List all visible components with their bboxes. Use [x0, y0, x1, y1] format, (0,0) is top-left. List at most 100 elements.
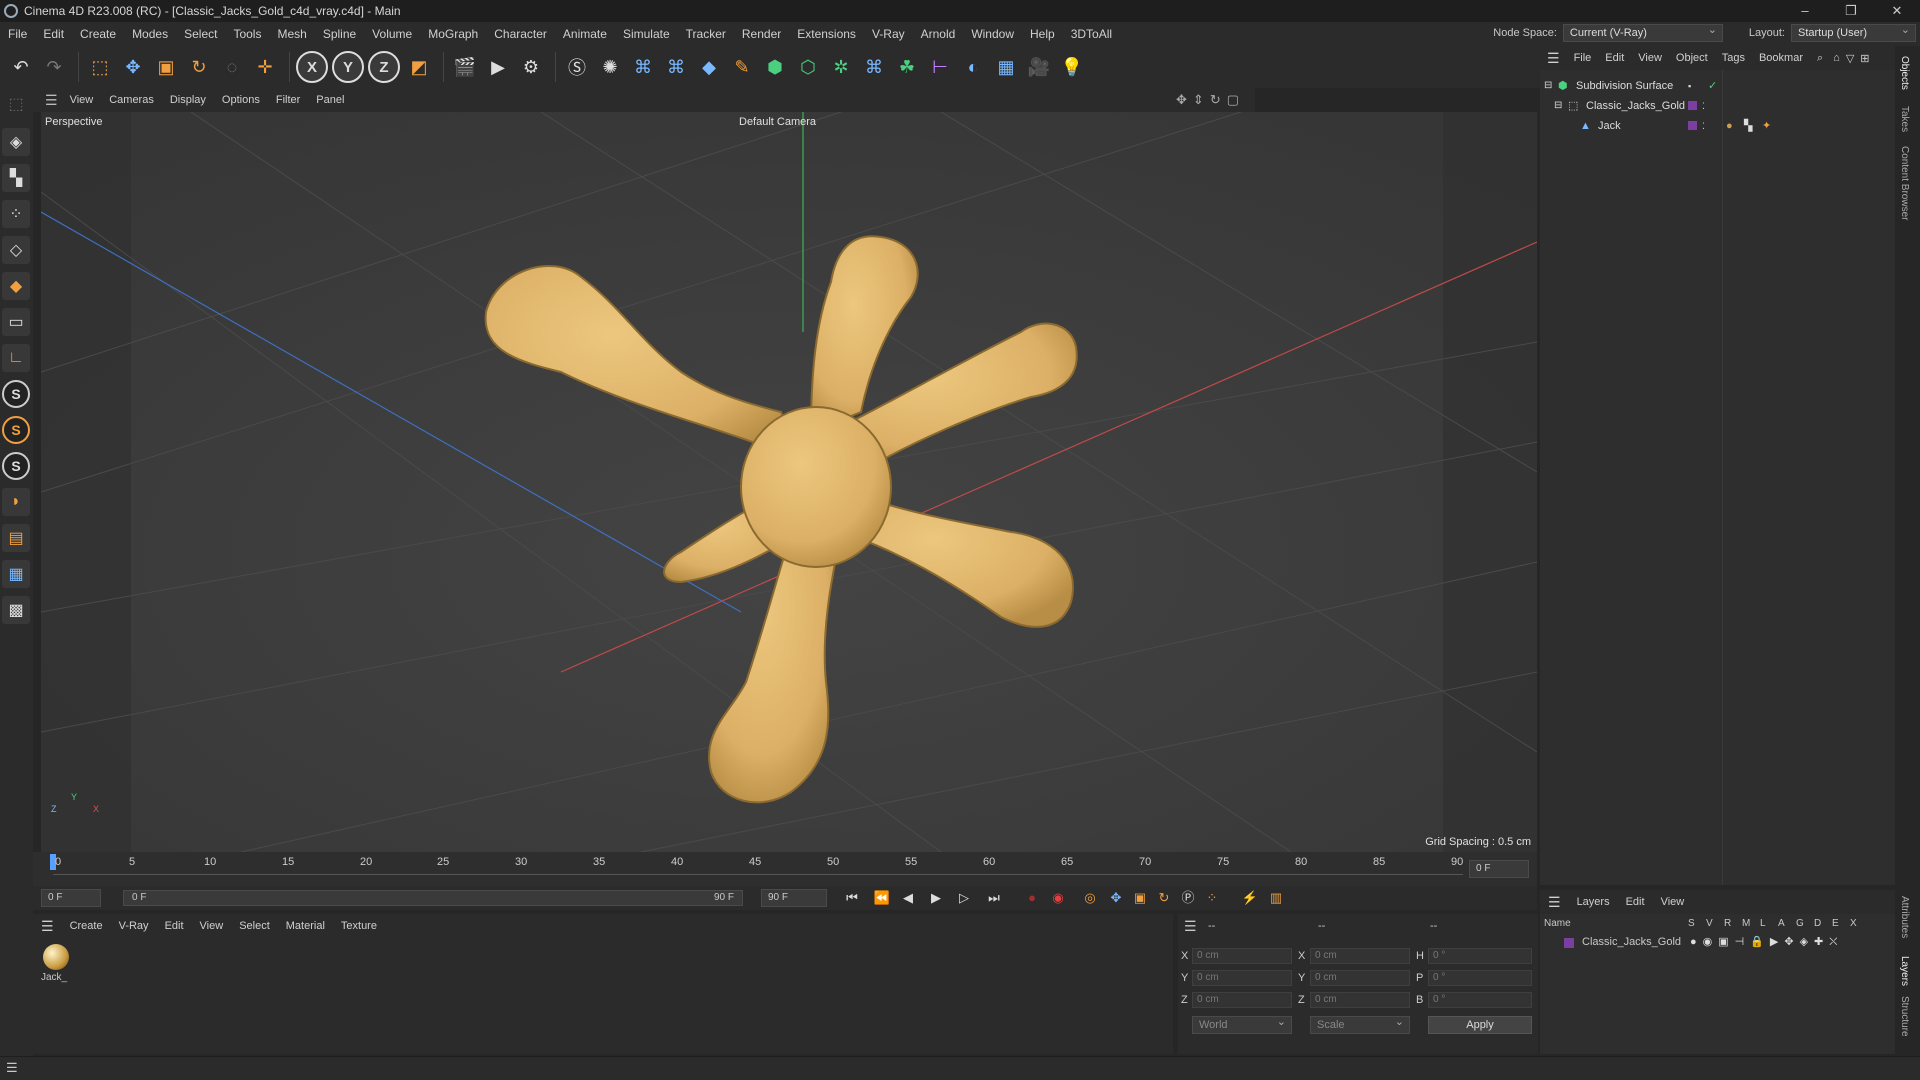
- material-name-label[interactable]: Jack_: [41, 972, 67, 983]
- size-x-field[interactable]: 0 cm: [1310, 948, 1410, 964]
- camera-icon[interactable]: 🎥: [1024, 50, 1054, 84]
- rot-b-field[interactable]: 0 °: [1428, 992, 1532, 1008]
- menu-file[interactable]: File: [0, 22, 35, 46]
- size-mode-dropdown[interactable]: Scale: [1310, 1014, 1410, 1034]
- tab-structure[interactable]: Structure: [1899, 996, 1910, 1037]
- menu-simulate[interactable]: Simulate: [615, 22, 678, 46]
- 3d-viewport[interactable]: Perspective Default Camera Grid Spacing …: [41, 112, 1537, 852]
- layer-menu-edit[interactable]: Edit: [1618, 896, 1653, 908]
- menu-mesh[interactable]: Mesh: [269, 22, 314, 46]
- python-script-icon[interactable]: ⌘: [628, 50, 658, 84]
- new-window-icon[interactable]: ⊞: [1857, 52, 1872, 65]
- edges-mode-icon[interactable]: ◇: [2, 236, 30, 264]
- object-menu-edit[interactable]: Edit: [1598, 52, 1631, 64]
- menu-vray[interactable]: V-Ray: [864, 22, 913, 46]
- object-menu-object[interactable]: Object: [1669, 52, 1715, 64]
- menu-character[interactable]: Character: [486, 22, 555, 46]
- material-menu-create[interactable]: Create: [62, 920, 111, 932]
- coordinate-axis-icon[interactable]: ✛: [250, 50, 280, 84]
- material-swatch[interactable]: [43, 944, 69, 970]
- menu-help[interactable]: Help: [1022, 22, 1063, 46]
- rot-p-field[interactable]: 0 °: [1428, 970, 1532, 986]
- tab-layers[interactable]: Layers: [1899, 956, 1910, 986]
- python-script-2-icon[interactable]: ⌘: [661, 50, 691, 84]
- viewport-menu-display[interactable]: Display: [162, 94, 214, 106]
- layer-name[interactable]: Classic_Jacks_Gold: [1582, 936, 1681, 948]
- hamburger-icon[interactable]: ☰: [1540, 894, 1569, 911]
- y-axis-lock-button[interactable]: Y: [332, 51, 364, 83]
- object-menu-bookmarks[interactable]: Bookmar: [1752, 52, 1810, 64]
- previous-key-icon[interactable]: ⏪: [871, 888, 893, 908]
- snap-icon[interactable]: S: [2, 380, 30, 408]
- material-menu-view[interactable]: View: [192, 920, 232, 932]
- material-menu-select[interactable]: Select: [231, 920, 278, 932]
- home-icon[interactable]: ⌂: [1830, 52, 1843, 64]
- visibility-dots-icon[interactable]: ▪: [1688, 76, 1691, 96]
- light-icon[interactable]: 💡: [1057, 50, 1087, 84]
- snap-settings-icon[interactable]: S: [2, 416, 30, 444]
- record-keys-icon[interactable]: ●: [1021, 888, 1043, 908]
- layer-color-swatch[interactable]: [1688, 101, 1697, 110]
- position-key-icon[interactable]: ✥: [1105, 888, 1127, 908]
- play-icon[interactable]: ▶: [925, 888, 947, 908]
- tab-attributes[interactable]: Attributes: [1899, 896, 1910, 938]
- menu-select[interactable]: Select: [176, 22, 225, 46]
- viewport-navigation-icons[interactable]: ✥⇕↻▢: [1176, 92, 1245, 108]
- expand-icon[interactable]: ⊟: [1554, 96, 1562, 116]
- current-frame-field[interactable]: 0 F: [1469, 860, 1529, 878]
- pos-x-field[interactable]: 0 cm: [1192, 948, 1292, 964]
- menu-mograph[interactable]: MoGraph: [420, 22, 486, 46]
- viewport-menu-options[interactable]: Options: [214, 94, 268, 106]
- start-frame-field[interactable]: 0 F: [41, 889, 101, 907]
- minimize-button[interactable]: –: [1782, 0, 1828, 22]
- visibility-dots-icon[interactable]: ⁚: [1702, 116, 1705, 136]
- menu-modes[interactable]: Modes: [124, 22, 176, 46]
- viewport-menu-panel[interactable]: Panel: [308, 94, 352, 106]
- status-hamburger-icon[interactable]: ☰: [6, 1060, 18, 1076]
- locked-workplane-icon[interactable]: ▩: [2, 596, 30, 624]
- material-menu-edit[interactable]: Edit: [157, 920, 192, 932]
- render-settings-icon[interactable]: ⚙: [516, 50, 546, 84]
- model-mode-icon[interactable]: ◈: [2, 128, 30, 156]
- hamburger-icon[interactable]: ☰: [1540, 50, 1567, 67]
- range-slider[interactable]: 0 F 90 F: [123, 890, 743, 906]
- z-axis-lock-button[interactable]: Z: [368, 51, 400, 83]
- extrude-generator-icon[interactable]: ⬡: [793, 50, 823, 84]
- visibility-dots-icon[interactable]: ⁚: [1702, 96, 1705, 116]
- grid-icon[interactable]: ▦: [2, 560, 30, 588]
- menu-edit[interactable]: Edit: [35, 22, 72, 46]
- timeline-window-icon[interactable]: ▥: [1265, 888, 1287, 908]
- go-to-end-icon[interactable]: ⏭: [983, 888, 1005, 908]
- menu-tracker[interactable]: Tracker: [678, 22, 734, 46]
- viewport-menu-cameras[interactable]: Cameras: [101, 94, 162, 106]
- hamburger-icon[interactable]: ☰: [45, 92, 58, 109]
- expand-icon[interactable]: ⊟: [1544, 76, 1552, 96]
- vray-settings-icon[interactable]: ✺: [595, 50, 625, 84]
- menu-create[interactable]: Create: [72, 22, 124, 46]
- menu-arnold[interactable]: Arnold: [913, 22, 964, 46]
- motion-system-icon[interactable]: ⚡: [1239, 888, 1261, 908]
- object-menu-file[interactable]: File: [1567, 52, 1599, 64]
- parameter-key-icon[interactable]: Ⓟ: [1177, 888, 1199, 908]
- keyframe-selection-icon[interactable]: ◎: [1079, 888, 1101, 908]
- layer-menu-view[interactable]: View: [1653, 896, 1693, 908]
- object-row-subdivision-surface[interactable]: ⊟ ⬢ Subdivision Surface ▪ ✓: [1540, 76, 1895, 96]
- layer-row[interactable]: Classic_Jacks_Gold ●◉▣⊣🔒▶✥◈✚⛌: [1540, 934, 1895, 952]
- mograph-icon[interactable]: ☘: [892, 50, 922, 84]
- next-frame-icon[interactable]: ▷: [953, 888, 975, 908]
- material-menu-texture[interactable]: Texture: [333, 920, 385, 932]
- rotate-icon[interactable]: ↻: [184, 50, 214, 84]
- object-menu-view[interactable]: View: [1631, 52, 1669, 64]
- layout-dropdown[interactable]: Startup (User): [1791, 22, 1916, 42]
- texture-tag-icon[interactable]: ▚: [1744, 116, 1752, 136]
- size-y-field[interactable]: 0 cm: [1310, 970, 1410, 986]
- layer-color-swatch[interactable]: [1688, 121, 1697, 130]
- material-menu-material[interactable]: Material: [278, 920, 333, 932]
- layer-color-swatch[interactable]: [1564, 938, 1574, 948]
- python-generator-icon[interactable]: ⌘: [859, 50, 889, 84]
- previous-frame-icon[interactable]: ◀: [897, 888, 919, 908]
- go-to-start-icon[interactable]: ⏮: [841, 888, 863, 908]
- x-axis-lock-button[interactable]: X: [296, 51, 328, 83]
- move-icon[interactable]: ✥: [118, 50, 148, 84]
- object-row-classic-jacks-gold[interactable]: ⊟ ⬚ Classic_Jacks_Gold ⁚: [1540, 96, 1895, 116]
